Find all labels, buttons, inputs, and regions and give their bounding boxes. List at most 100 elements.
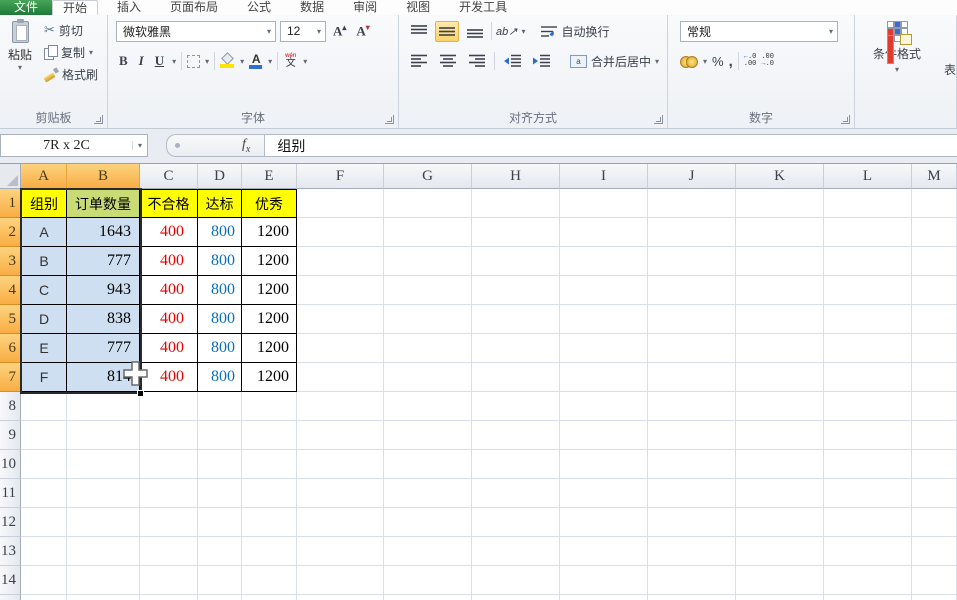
cell-I3[interactable] [560,247,648,276]
cell-B3[interactable]: 777 [67,247,140,276]
cell-M10[interactable] [912,450,957,479]
formula-input[interactable]: 组别 [265,135,957,156]
cell-H1[interactable] [472,189,560,218]
cell-A8[interactable] [21,392,67,421]
cell-H6[interactable] [472,334,560,363]
cell-C4[interactable]: 400 [140,276,198,305]
cell-L5[interactable] [824,305,912,334]
format-painter-button[interactable]: 格式刷 [42,63,100,85]
cell-F8[interactable] [297,392,384,421]
clipboard-dialog-launcher[interactable] [94,115,103,124]
cell-F6[interactable] [297,334,384,363]
cell-A10[interactable] [21,450,67,479]
cell-J1[interactable] [648,189,736,218]
cell-L4[interactable] [824,276,912,305]
cell-B2[interactable]: 1643 [67,218,140,247]
column-header-F[interactable]: F [297,164,384,189]
cell-L15[interactable] [824,595,912,600]
cell-I5[interactable] [560,305,648,334]
cell-A6[interactable]: E [21,334,67,363]
cell-H13[interactable] [472,537,560,566]
row-header-12[interactable]: 12 [0,508,21,537]
cell-C9[interactable] [140,421,198,450]
cell-C13[interactable] [140,537,198,566]
column-header-D[interactable]: D [198,164,242,189]
cell-A4[interactable]: C [21,276,67,305]
conditional-formatting-button[interactable]: 条件格式 ▾ [865,19,929,128]
cell-G5[interactable] [384,305,472,334]
cell-L9[interactable] [824,421,912,450]
cell-H15[interactable] [472,595,560,600]
column-header-I[interactable]: I [560,164,648,189]
chevron-down-icon[interactable]: ▾ [263,27,275,36]
cell-I13[interactable] [560,537,648,566]
cell-M7[interactable] [912,363,957,392]
cell-H7[interactable] [472,363,560,392]
cell-F13[interactable] [297,537,384,566]
cell-L7[interactable] [824,363,912,392]
cell-B12[interactable] [67,508,140,537]
cell-I9[interactable] [560,421,648,450]
cell-J2[interactable] [648,218,736,247]
row-header-3[interactable]: 3 [0,247,21,276]
row-header-5[interactable]: 5 [0,305,21,334]
cell-D13[interactable] [198,537,242,566]
cell-J15[interactable] [648,595,736,600]
cell-D10[interactable] [198,450,242,479]
insert-function-button[interactable]: fx [242,137,250,155]
cell-K7[interactable] [736,363,824,392]
cell-B6[interactable]: 777 [67,334,140,363]
cell-E6[interactable]: 1200 [242,334,297,363]
tab-0[interactable]: 开始 [52,0,98,15]
cell-C6[interactable]: 400 [140,334,198,363]
column-header-M[interactable]: M [912,164,957,189]
row-header-7[interactable]: 7 [0,363,21,392]
tab-file[interactable]: 文件 [0,0,52,15]
cell-J10[interactable] [648,450,736,479]
cell-B1[interactable]: 订单数量 [67,189,140,218]
decrease-decimal-button[interactable]: .00→.0 [761,54,774,68]
cell-L6[interactable] [824,334,912,363]
cell-J4[interactable] [648,276,736,305]
cell-H10[interactable] [472,450,560,479]
cell-F9[interactable] [297,421,384,450]
cell-A2[interactable]: A [21,218,67,247]
shrink-font-button[interactable]: A▾ [353,22,372,40]
chevron-down-icon[interactable]: ▾ [313,27,325,36]
cell-C5[interactable]: 400 [140,305,198,334]
cell-E11[interactable] [242,479,297,508]
cell-L11[interactable] [824,479,912,508]
row-header-13[interactable]: 13 [0,537,21,566]
cut-button[interactable]: ✂ 剪切 [42,19,100,41]
cell-G4[interactable] [384,276,472,305]
underline-caret-icon[interactable]: ▾ [172,57,176,66]
cell-A11[interactable] [21,479,67,508]
cell-E3[interactable]: 1200 [242,247,297,276]
cell-D8[interactable] [198,392,242,421]
cell-M1[interactable] [912,189,957,218]
cell-M9[interactable] [912,421,957,450]
cell-D6[interactable]: 800 [198,334,242,363]
cell-F5[interactable] [297,305,384,334]
cell-D2[interactable]: 800 [198,218,242,247]
cell-C15[interactable] [140,595,198,600]
wrap-text-button[interactable]: 自动换行 [541,23,609,40]
cell-F1[interactable] [297,189,384,218]
cell-E13[interactable] [242,537,297,566]
cell-H14[interactable] [472,566,560,595]
row-header-2[interactable]: 2 [0,218,21,247]
cell-E7[interactable]: 1200 [242,363,297,392]
cell-J5[interactable] [648,305,736,334]
cell-E1[interactable]: 优秀 [242,189,297,218]
font-color-icon[interactable]: A [249,53,263,69]
cell-L8[interactable] [824,392,912,421]
cell-L13[interactable] [824,537,912,566]
tab-7[interactable]: 开发工具 [449,0,517,15]
grow-font-button[interactable]: A▴ [330,22,349,40]
cell-H11[interactable] [472,479,560,508]
row-header-1[interactable]: 1 [0,189,21,218]
cell-B7[interactable]: 814 [67,363,140,392]
tab-5[interactable]: 审阅 [343,0,387,15]
cell-B4[interactable]: 943 [67,276,140,305]
cell-L10[interactable] [824,450,912,479]
